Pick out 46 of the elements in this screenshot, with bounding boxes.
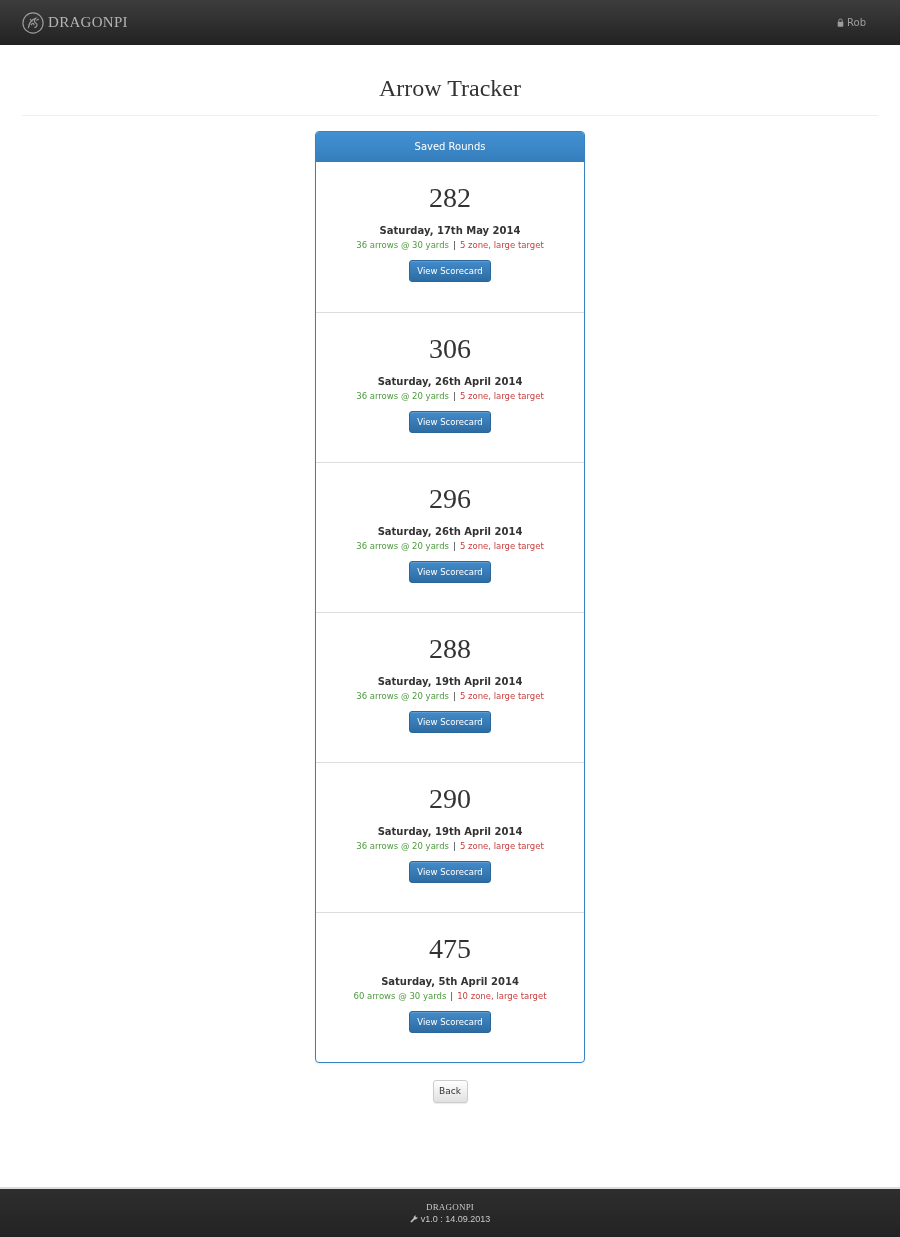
view-scorecard-button[interactable]: View Scorecard <box>409 711 491 733</box>
separator-text: | <box>450 991 454 1001</box>
version-text: v1.0 : 14.09.2013 <box>420 1214 491 1224</box>
separator-text: | <box>453 391 456 401</box>
view-scorecard-button[interactable]: View Scorecard <box>409 561 491 583</box>
arrows-distance-text: 36 arrows @ 20 yards <box>356 541 449 551</box>
round-score: 290 <box>429 782 471 816</box>
target-type-text: 5 zone, large target <box>459 391 544 401</box>
arrows-distance-text: 36 arrows @ 20 yards <box>356 691 449 701</box>
round-score: 306 <box>429 332 471 366</box>
separator-text: | <box>453 240 456 250</box>
round-date: Saturday, 19th April 2014 <box>377 825 523 839</box>
separator-text: | <box>453 841 456 851</box>
page-title: Arrow Tracker <box>379 74 521 103</box>
round-date: Saturday, 26th April 2014 <box>377 375 523 389</box>
round-score: 282 <box>429 181 471 215</box>
round-score: 475 <box>429 932 471 966</box>
brand-link[interactable]: DRAGONPI <box>22 11 128 34</box>
footer-brand: DRAGONPI <box>425 1202 475 1212</box>
panel-header: Saved Rounds <box>316 132 584 162</box>
round-score: 296 <box>429 482 471 516</box>
view-scorecard-button[interactable]: View Scorecard <box>409 411 491 433</box>
back-button[interactable]: Back <box>432 1079 468 1103</box>
round-date: Saturday, 17th May 2014 <box>379 224 521 238</box>
arrows-distance-text: 60 arrows @ 30 yards <box>353 991 447 1001</box>
arrows-distance-text: 36 arrows @ 20 yards <box>356 391 449 401</box>
view-scorecard-button[interactable]: View Scorecard <box>409 1011 491 1033</box>
user-menu-link[interactable]: Rob <box>837 17 866 28</box>
round-date: Saturday, 5th April 2014 <box>381 975 519 989</box>
separator-text: | <box>453 541 456 551</box>
arrows-distance-text: 36 arrows @ 20 yards <box>356 841 449 851</box>
round-score: 288 <box>429 632 471 666</box>
view-scorecard-button[interactable]: View Scorecard <box>409 260 491 282</box>
arrows-distance-text: 36 arrows @ 30 yards <box>356 240 449 250</box>
lock-icon <box>837 18 845 27</box>
separator-text: | <box>453 691 456 701</box>
target-type-text: 5 zone, large target <box>459 841 544 851</box>
target-type-text: 10 zone, large target <box>457 991 547 1001</box>
view-scorecard-button[interactable]: View Scorecard <box>409 861 491 883</box>
wrench-icon <box>409 1215 418 1223</box>
logo-icon[interactable] <box>22 11 44 34</box>
target-type-text: 5 zone, large target <box>459 691 544 701</box>
target-type-text: 5 zone, large target <box>459 240 544 250</box>
round-date: Saturday, 26th April 2014 <box>377 525 523 539</box>
target-type-text: 5 zone, large target <box>459 541 544 551</box>
round-date: Saturday, 19th April 2014 <box>377 675 523 689</box>
